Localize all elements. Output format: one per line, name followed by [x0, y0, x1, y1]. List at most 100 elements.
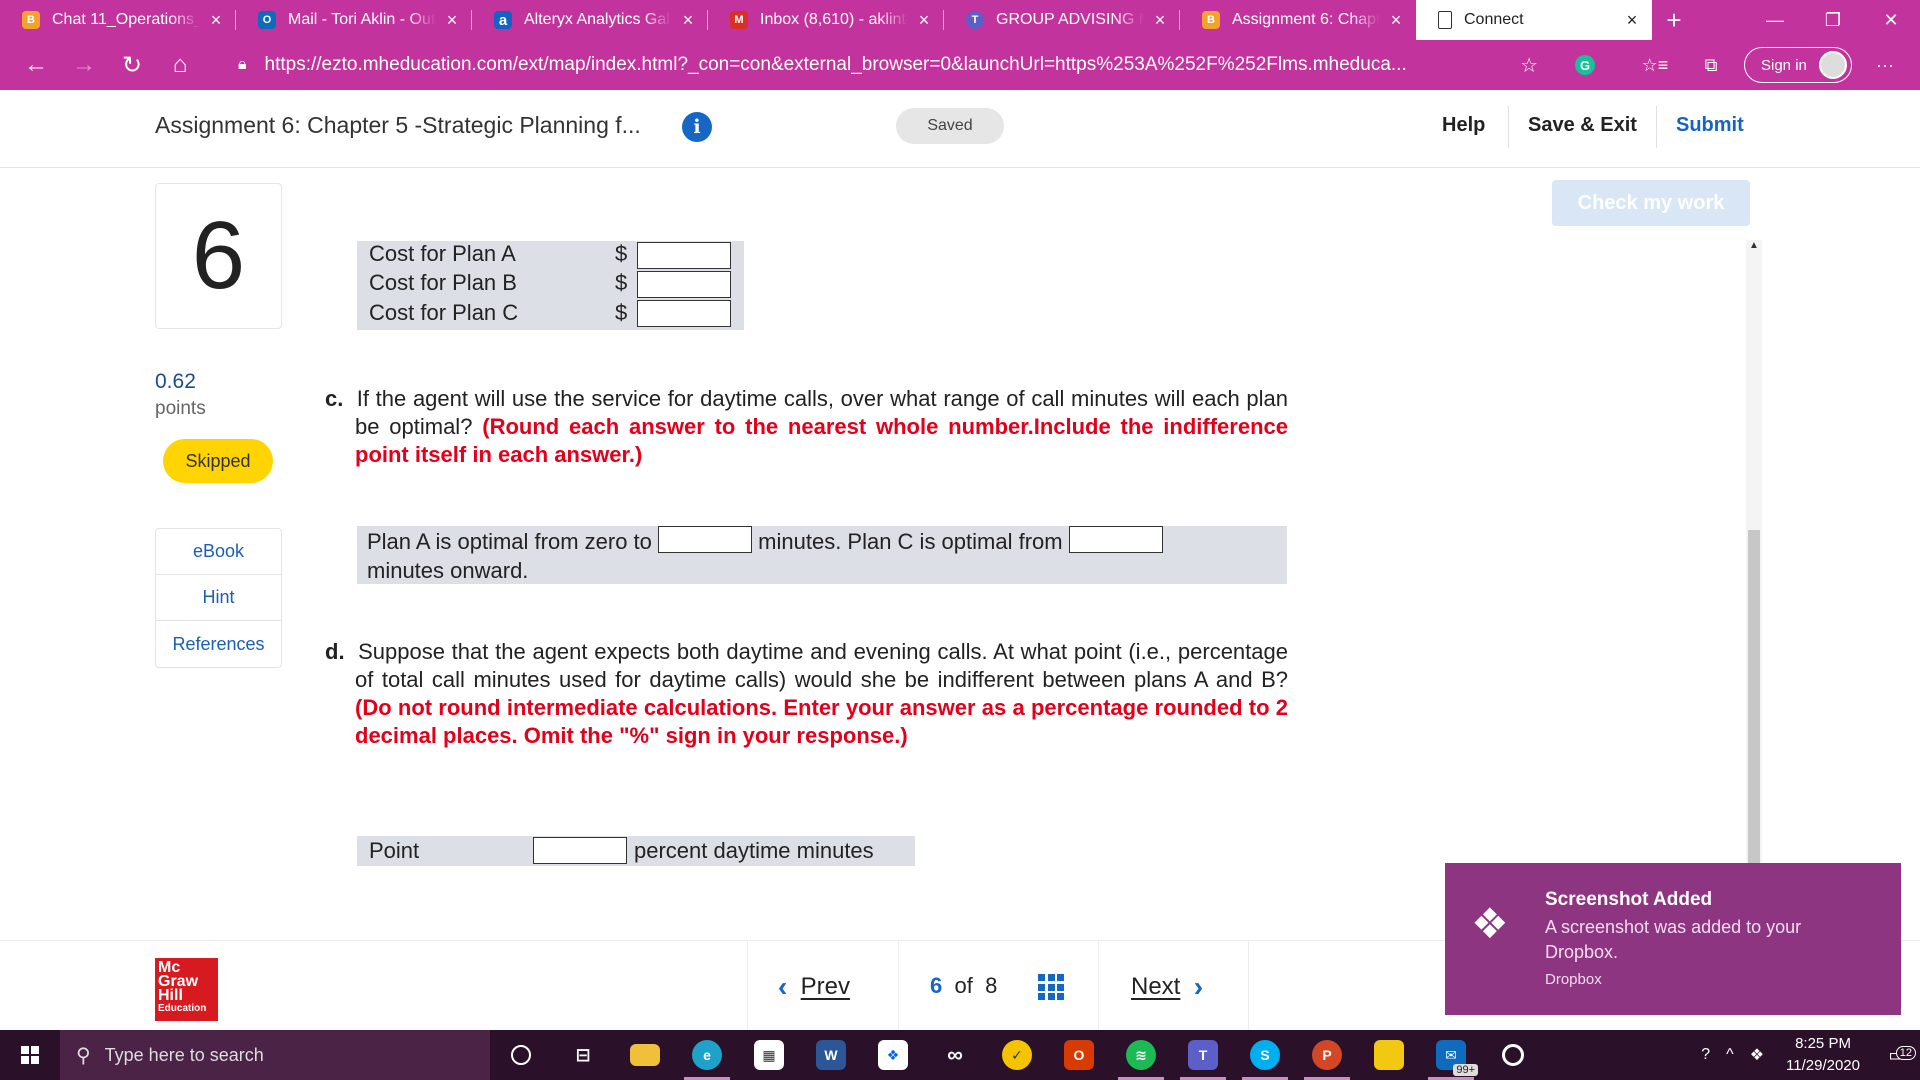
- range-answer-box: Plan A is optimal from zero to minutes. …: [357, 526, 1287, 584]
- back-arrow-icon[interactable]: ←: [12, 45, 60, 85]
- help-tray-icon[interactable]: ?: [1693, 1046, 1718, 1064]
- cost-plan-b-input[interactable]: [637, 271, 731, 298]
- plan-a-range-input[interactable]: [658, 526, 753, 553]
- tab-title: Connect: [1464, 11, 1524, 28]
- office-icon[interactable]: O: [1048, 1030, 1110, 1080]
- gmail-icon: M: [730, 11, 748, 29]
- dropbox-taskbar-icon[interactable]: ❖: [862, 1030, 924, 1080]
- avatar: [1819, 51, 1847, 79]
- dropbox-notification[interactable]: ❖ Screenshot Added A screenshot was adde…: [1445, 863, 1901, 1015]
- taskbar-clock[interactable]: 8:25 PM 11/29/2020: [1772, 1033, 1874, 1077]
- notification-message: A screenshot was added to your Dropbox.: [1545, 917, 1802, 962]
- assignment-header: Assignment 6: Chapter 5 -Strategic Plann…: [0, 90, 1920, 168]
- part-c-instruction: (Round each answer to the nearest whole …: [355, 414, 1289, 467]
- document-icon: [1438, 11, 1452, 29]
- clock-date: 11/29/2020: [1786, 1057, 1860, 1074]
- browser-tab-chat[interactable]: B Chat 11_Operations_2020 ×: [0, 0, 236, 40]
- info-icon[interactable]: i: [682, 112, 712, 142]
- point-percent-input[interactable]: [533, 837, 627, 864]
- browser-tab-alteryx[interactable]: a Alteryx Analytics Gallery ×: [472, 0, 708, 40]
- save-exit-button[interactable]: Save & Exit: [1528, 114, 1637, 137]
- sticky-notes-icon[interactable]: [1358, 1030, 1420, 1080]
- task-view-icon[interactable]: ⊟: [552, 1030, 614, 1080]
- close-tab-icon[interactable]: ×: [1150, 10, 1170, 31]
- ebook-button[interactable]: eBook: [156, 529, 281, 575]
- close-tab-icon[interactable]: ×: [1622, 10, 1642, 31]
- edge-browser-icon[interactable]: e: [676, 1030, 738, 1080]
- sign-in-button[interactable]: Sign in: [1744, 47, 1852, 83]
- scroll-up-icon[interactable]: ▲: [1746, 240, 1762, 258]
- logo-line: Education: [158, 1003, 207, 1014]
- next-button[interactable]: Next ›: [1131, 971, 1203, 1003]
- point-suffix: percent daytime minutes: [634, 838, 874, 863]
- close-tab-icon[interactable]: ×: [678, 10, 698, 31]
- hint-button[interactable]: Hint: [156, 575, 281, 621]
- more-menu-icon[interactable]: ···: [1870, 47, 1900, 83]
- chevron-right-icon: ›: [1193, 971, 1204, 1002]
- points-value: 0.62: [155, 370, 196, 393]
- close-tab-icon[interactable]: ×: [1386, 10, 1406, 31]
- browser-tab-teams[interactable]: T GROUP ADVISING MEETING ×: [944, 0, 1180, 40]
- prev-button[interactable]: ‹ Prev: [778, 971, 850, 1003]
- browser-tab-bar: B Chat 11_Operations_2020 × O Mail - Tor…: [0, 0, 1920, 40]
- windows-start-icon[interactable]: [0, 1030, 60, 1080]
- of-label: of: [954, 973, 973, 998]
- question-grid-icon[interactable]: [1038, 974, 1064, 1000]
- next-label: Next: [1131, 973, 1181, 1000]
- logo-line: Hill: [158, 987, 183, 1004]
- check-my-work-button[interactable]: Check my work: [1552, 180, 1750, 226]
- dropbox-tray-icon[interactable]: ❖: [1742, 1045, 1772, 1065]
- address-bar[interactable]: 🔒︎ https://ezto.mheducation.com/ext/map/…: [238, 47, 1544, 83]
- notification-title: Screenshot Added: [1545, 889, 1713, 910]
- submit-button[interactable]: Submit: [1676, 114, 1744, 137]
- cortana-icon[interactable]: [490, 1030, 552, 1080]
- favorite-star-icon[interactable]: ☆: [1520, 53, 1538, 78]
- mail-icon[interactable]: ✉ 99+: [1420, 1030, 1482, 1080]
- minimize-icon[interactable]: —: [1746, 0, 1804, 40]
- cost-plan-c-input[interactable]: [637, 300, 731, 327]
- grammarly-icon[interactable]: G: [1570, 47, 1600, 83]
- plan-c-range-input[interactable]: [1068, 526, 1163, 553]
- close-window-icon[interactable]: ✕: [1862, 0, 1920, 40]
- tab-title: Assignment 6: Chapter 5: [1232, 11, 1380, 28]
- forward-arrow-icon[interactable]: →: [60, 45, 108, 85]
- teams-taskbar-icon[interactable]: T: [1172, 1030, 1234, 1080]
- browser-tab-mail[interactable]: O Mail - Tori Aklin - Outlook ×: [236, 0, 472, 40]
- browser-tab-connect[interactable]: Connect ×: [1416, 0, 1652, 40]
- range-text-2: minutes. Plan C is optimal from: [758, 529, 1063, 554]
- new-tab-button[interactable]: +: [1652, 0, 1696, 40]
- home-icon[interactable]: ⌂: [156, 45, 204, 85]
- browser-tab-gmail[interactable]: M Inbox (8,610) - aklinta1 ×: [708, 0, 944, 40]
- help-button[interactable]: Help: [1442, 114, 1485, 137]
- word-icon[interactable]: W: [800, 1030, 862, 1080]
- skype-icon[interactable]: S: [1234, 1030, 1296, 1080]
- file-explorer-icon[interactable]: [614, 1030, 676, 1080]
- page-indicator: 6 of 8: [930, 973, 997, 999]
- notification-source: Dropbox: [1545, 971, 1602, 988]
- store-icon[interactable]: ▦: [738, 1030, 800, 1080]
- collections-icon[interactable]: ⧉: [1696, 47, 1726, 83]
- close-tab-icon[interactable]: ×: [442, 10, 462, 31]
- groove-music-icon[interactable]: [1482, 1030, 1544, 1080]
- infinity-app-icon[interactable]: ∞: [924, 1030, 986, 1080]
- norton-icon[interactable]: ✓: [986, 1030, 1048, 1080]
- cost-label-plan-b: Cost for Plan B: [369, 270, 517, 295]
- saved-status-badge: Saved: [896, 108, 1004, 144]
- taskbar-search-input[interactable]: ⚲ Type here to search: [60, 1030, 490, 1080]
- notification-center-icon[interactable]: ▭ 12: [1874, 1045, 1920, 1066]
- skipped-status-badge: Skipped: [163, 439, 273, 483]
- restore-icon[interactable]: ❐: [1804, 0, 1862, 40]
- refresh-icon[interactable]: ↻: [108, 45, 156, 85]
- assignment-title: Assignment 6: Chapter 5 -Strategic Plann…: [155, 112, 641, 138]
- powerpoint-icon[interactable]: P: [1296, 1030, 1358, 1080]
- browser-tab-assignment[interactable]: B Assignment 6: Chapter 5 ×: [1180, 0, 1416, 40]
- chevron-up-icon[interactable]: ^: [1718, 1046, 1742, 1064]
- blackboard-icon: B: [22, 11, 40, 29]
- spotify-icon[interactable]: ≋: [1110, 1030, 1172, 1080]
- range-text-1: Plan A is optimal from zero to: [367, 529, 652, 554]
- favorites-list-icon[interactable]: ☆≡: [1640, 47, 1670, 83]
- cost-plan-a-input[interactable]: [637, 242, 731, 269]
- close-tab-icon[interactable]: ×: [914, 10, 934, 31]
- references-button[interactable]: References: [156, 621, 281, 667]
- close-tab-icon[interactable]: ×: [206, 10, 226, 31]
